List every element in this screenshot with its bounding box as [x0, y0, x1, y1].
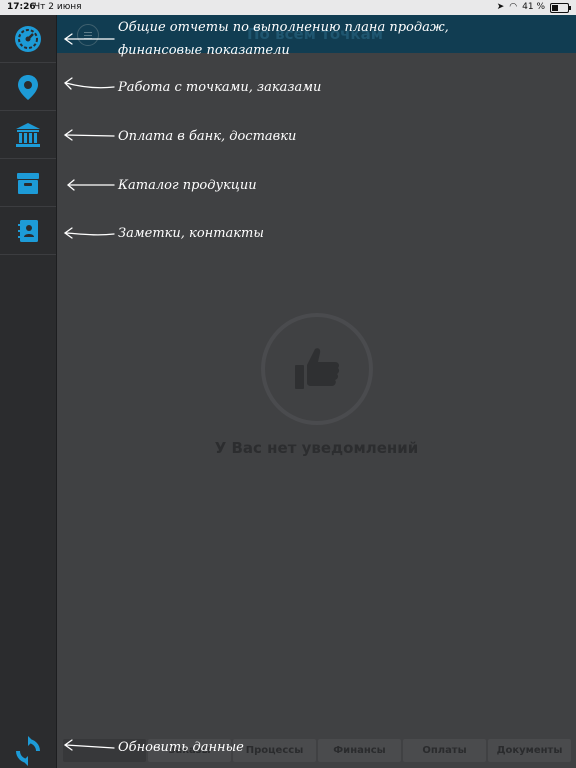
location-icon: ➤ — [496, 2, 505, 12]
annotation-notes: Заметки, контакты — [118, 226, 264, 241]
sidebar-item-dashboard[interactable] — [0, 15, 56, 63]
bank-icon — [16, 122, 40, 147]
sidebar — [0, 15, 57, 768]
refresh-icon — [16, 735, 40, 766]
empty-state-badge — [261, 313, 373, 425]
sidebar-item-bank[interactable] — [0, 111, 56, 159]
sidebar-item-notes[interactable] — [0, 207, 56, 255]
annotation-points: Работа с точками, заказами — [118, 80, 322, 95]
wifi-icon: ◠ — [509, 2, 518, 12]
annotation-refresh: Обновить данные — [118, 740, 244, 755]
refresh-button[interactable] — [0, 733, 56, 768]
sidebar-item-points[interactable] — [0, 63, 56, 111]
tab-finances[interactable]: Финансы — [318, 739, 401, 762]
thumbs-up-icon — [295, 348, 340, 389]
status-date: Чт 2 июня — [34, 2, 82, 12]
map-pin-icon — [18, 74, 38, 100]
tab-documents[interactable]: Документы — [488, 739, 571, 762]
sidebar-item-catalog[interactable] — [0, 159, 56, 207]
status-bar: 17:26 Чт 2 июня ➤ ◠ 41 % — [0, 0, 576, 15]
dashboard-icon — [15, 25, 41, 52]
status-indicators: ➤ ◠ 41 % — [496, 0, 571, 15]
battery-icon — [550, 2, 571, 13]
archive-box-icon — [17, 172, 39, 194]
tab-processes[interactable]: Процессы — [233, 739, 316, 762]
battery-label: 41 % — [522, 2, 545, 12]
contact-book-icon — [18, 219, 38, 242]
status-time: 17:26 — [7, 2, 36, 12]
annotation-reports-line1: Общие отчеты по выполнению плана продаж, — [118, 20, 449, 35]
annotation-catalog: Каталог продукции — [118, 178, 257, 193]
annotation-reports-line2: финансовые показатели — [118, 43, 290, 58]
tab-payments[interactable]: Оплаты — [403, 739, 486, 762]
annotation-bank: Оплата в банк, доставки — [118, 129, 297, 144]
annotation-arrows — [63, 33, 115, 751]
